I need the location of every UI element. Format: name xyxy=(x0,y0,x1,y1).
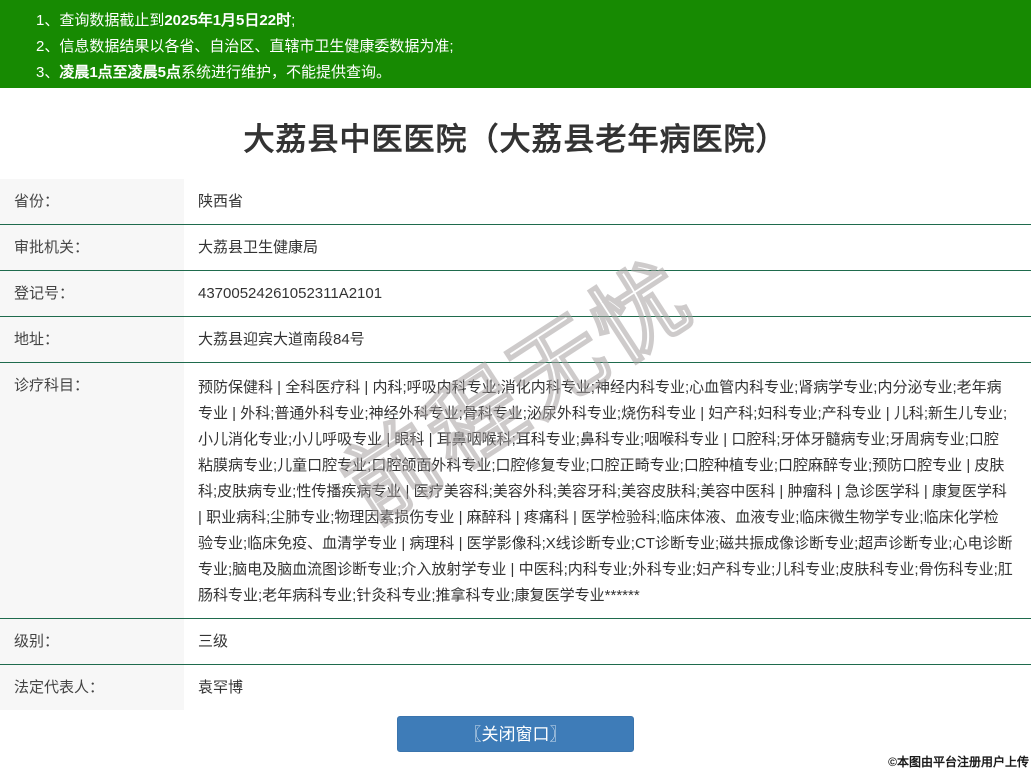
field-value: 43700524261052311A2101 xyxy=(198,285,383,302)
table-row-registration-number: 登记号： 43700524261052311A2101 xyxy=(0,271,1031,317)
field-label: 登记号： xyxy=(0,271,184,316)
table-row-treatment-subjects: 诊疗科目： 预防保健科 | 全科医疗科 | 内科;呼吸内科专业;消化内科专业;神… xyxy=(0,363,1031,619)
notice-1-bold: 2025年1月5日22时 xyxy=(164,12,292,29)
notice-3-text: 3、 xyxy=(36,64,60,81)
field-value: 陕西省 xyxy=(198,193,244,210)
close-window-button[interactable]: 〖关闭窗口〗 xyxy=(397,716,634,752)
field-label: 省份： xyxy=(0,179,184,224)
field-value: 大荔县卫生健康局 xyxy=(198,239,319,256)
field-value: 袁罕博 xyxy=(198,679,244,696)
notice-3-end: 系统进行维护，不能提供查询。 xyxy=(181,64,392,81)
table-row-level: 级别： 三级 xyxy=(0,619,1031,665)
table-row-approval-authority: 审批机关： 大荔县卫生健康局 xyxy=(0,225,1031,271)
table-row-province: 省份： 陕西省 xyxy=(0,179,1031,225)
field-label: 审批机关： xyxy=(0,225,184,270)
table-row-legal-representative: 法定代表人： 袁罕博 xyxy=(0,665,1031,710)
page-title: 大荔县中医医院（大荔县老年病医院） xyxy=(243,122,788,157)
field-label: 法定代表人： xyxy=(0,665,184,710)
notice-2-text: 2、信息数据结果以各省、自治区、直辖市卫生健康委数据为准; xyxy=(36,38,454,55)
notice-3-bold: 凌晨1点至凌晨5点 xyxy=(59,64,182,81)
hospital-info-table: 省份： 陕西省 审批机关： 大荔县卫生健康局 登记号： 437005242610… xyxy=(0,179,1031,710)
field-value: 预防保健科 | 全科医疗科 | 内科;呼吸内科专业;消化内科专业;神经内科专业;… xyxy=(198,379,1013,604)
field-label: 诊疗科目： xyxy=(0,363,184,618)
field-value: 大荔县迎宾大道南段84号 xyxy=(198,331,365,348)
field-label: 级别： xyxy=(0,619,184,664)
table-row-address: 地址： 大荔县迎宾大道南段84号 xyxy=(0,317,1031,363)
field-value: 三级 xyxy=(198,633,229,650)
notice-1-text: 1、查询数据截止到 xyxy=(36,12,165,29)
notice-1-end: ; xyxy=(291,12,296,29)
upload-caption-watermark: ©本图由平台注册用户上传 xyxy=(888,755,1029,769)
notice-line-1: 1、查询数据截止到2025年1月5日22时; xyxy=(36,8,1021,34)
button-area: 〖关闭窗口〗 xyxy=(0,716,1031,752)
notice-bar: 1、查询数据截止到2025年1月5日22时; 2、信息数据结果以各省、自治区、直… xyxy=(0,0,1031,88)
field-label: 地址： xyxy=(0,317,184,362)
notice-line-2: 2、信息数据结果以各省、自治区、直辖市卫生健康委数据为准; xyxy=(36,34,1021,60)
notice-line-3: 3、凌晨1点至凌晨5点系统进行维护，不能提供查询。 xyxy=(36,60,1021,86)
